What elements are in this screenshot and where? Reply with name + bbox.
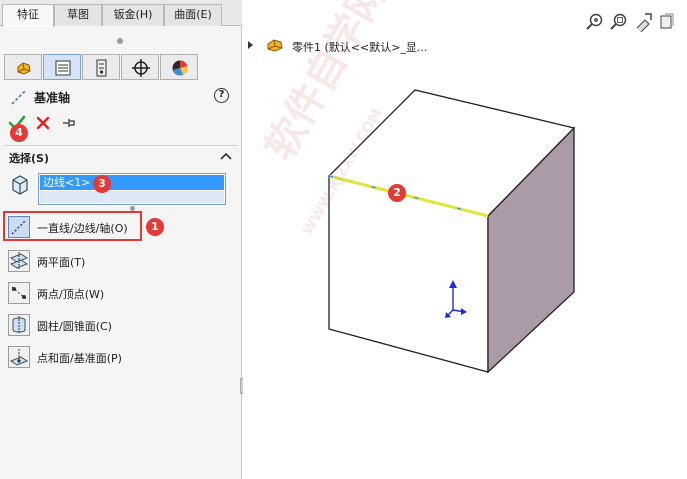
configuration-manager-tab[interactable] [82,54,120,80]
manager-tab-bar [4,54,204,80]
graphics-area[interactable]: 零件1 (默认<<默认>_显... [243,0,687,479]
selection-list-empty-area[interactable] [40,191,224,203]
dimxpert-manager-tab[interactable] [121,54,159,80]
option-point-face-plane[interactable]: 点和面/基准面(P) [8,344,208,370]
point-plane-icon [8,346,30,368]
property-manager-header: 基准轴 ? [8,86,234,108]
tab-features[interactable]: 特征 [2,4,54,27]
selection-list-item[interactable]: 边线<1> [40,175,224,190]
configuration-manager-icon [96,59,107,77]
callout-badge: 2 [388,184,406,202]
feature-manager-tab[interactable] [4,54,42,80]
reference-axis-icon [11,89,27,105]
chevron-up-icon[interactable] [220,152,232,160]
help-icon[interactable]: ? [214,88,229,103]
option-label: 两点/顶点(W) [37,288,105,301]
callout-badge: 4 [10,124,28,142]
option-two-planes[interactable]: 两平面(T) [8,248,208,274]
callout-badge: 1 [146,218,164,236]
option-label: 两平面(T) [37,256,86,269]
two-points-icon [8,282,30,304]
3d-model-view[interactable] [243,0,687,479]
option-two-points[interactable]: 两点/顶点(W) [8,280,208,306]
property-manager-icon [55,60,71,76]
selection-list[interactable]: 边线<1> [38,173,226,205]
option-cylinder-cone[interactable]: 圆柱/圆锥面(C) [8,312,208,338]
cancel-button[interactable] [34,114,52,132]
cylinder-cone-icon [8,314,30,336]
annotation-highlight-box [3,211,142,241]
pin-icon[interactable] [60,114,78,132]
property-manager-panel: 特征 草图 钣金(H) 曲面(E) 基准轴 ? 选择(S) 边线<1> 一直线/… [0,0,242,479]
display-manager-icon [172,60,188,76]
tab-sheet-metal[interactable]: 钣金(H) [102,4,164,26]
selections-section-title: 选择(S) [9,152,49,165]
callout-badge: 3 [93,175,111,193]
property-manager-title: 基准轴 [34,91,71,105]
panel-collapse-handle[interactable] [117,38,123,44]
section-divider [4,145,238,146]
two-planes-icon [8,250,30,272]
tab-sketch[interactable]: 草图 [54,4,102,26]
feature-manager-icon [17,62,31,75]
display-manager-tab[interactable] [160,54,198,80]
tab-surface[interactable]: 曲面(E) [164,4,222,26]
command-manager-tabs: 特征 草图 钣金(H) 曲面(E) [0,0,242,27]
option-label: 点和面/基准面(P) [37,352,122,365]
selection-box-icon [12,175,28,195]
option-label: 圆柱/圆锥面(C) [37,320,112,333]
dimxpert-icon [132,59,150,77]
property-manager-tab[interactable] [43,54,81,80]
